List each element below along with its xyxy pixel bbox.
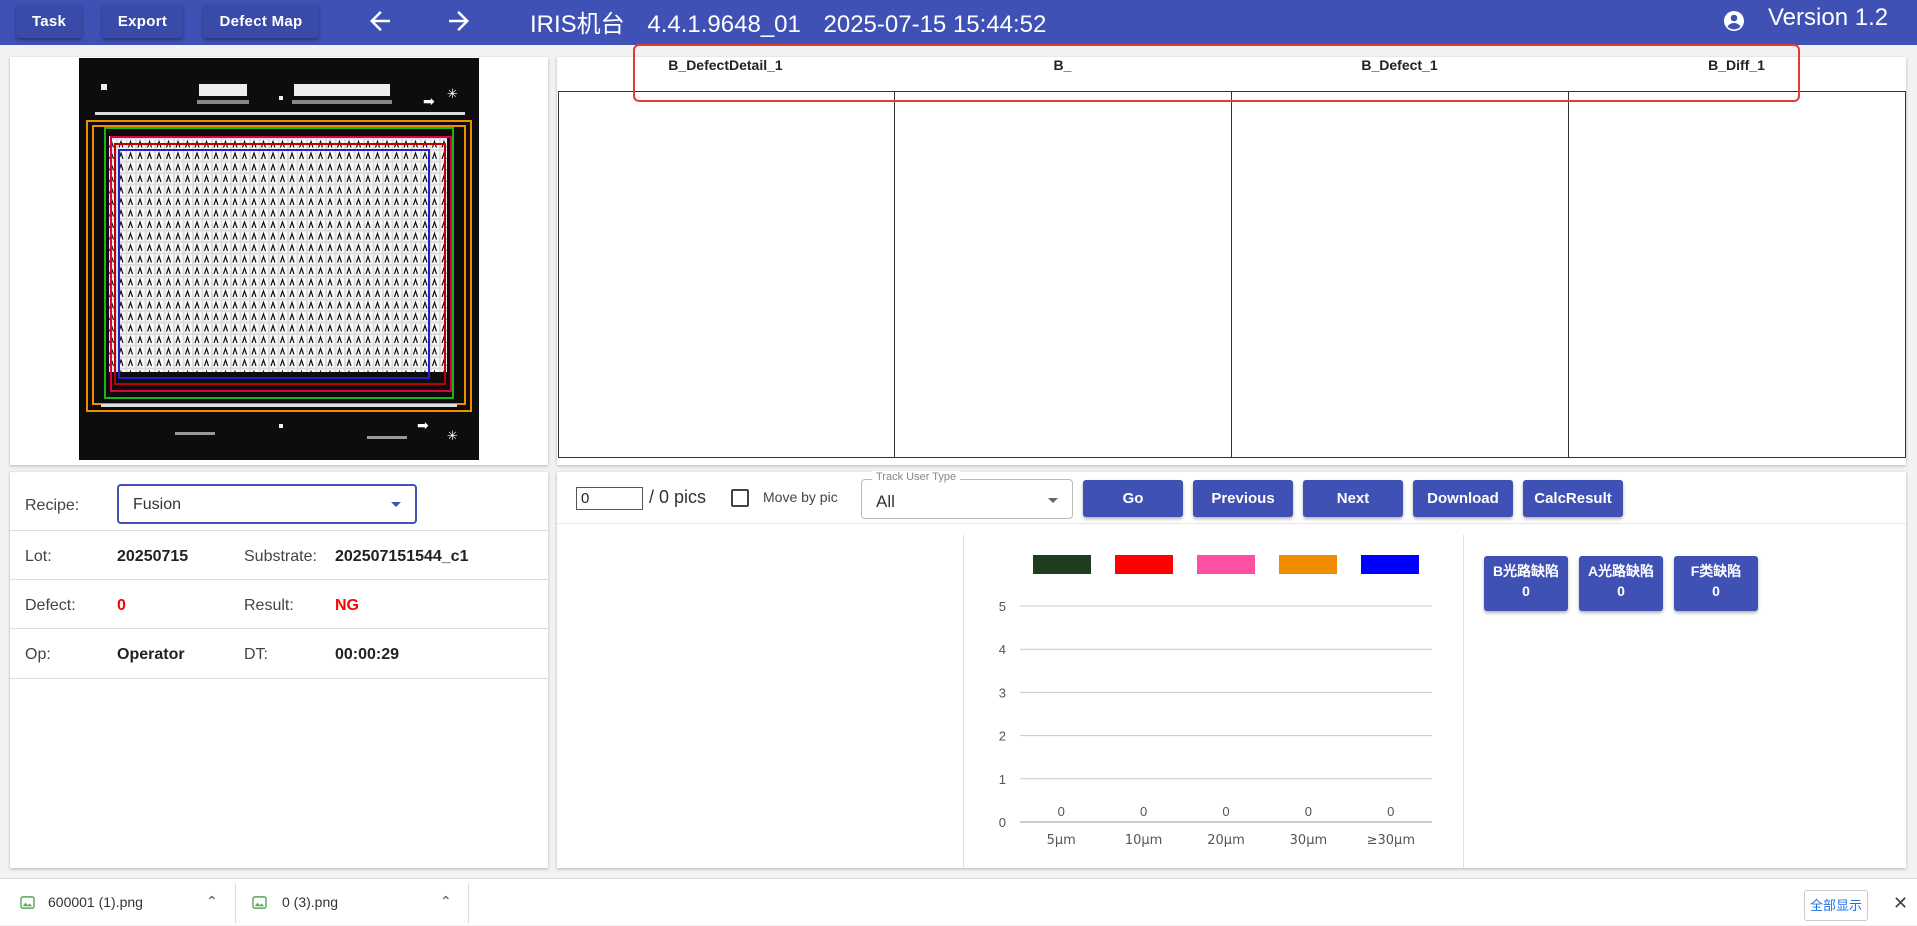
defect-images-panel: B_DefectDetail_1 B_ B_Defect_1 B_Diff_1 [557,57,1906,465]
y-tick-label: 5 [999,599,1006,614]
defect-category-count: 0 [1522,583,1530,599]
lot-row: Lot: 20250715 Substrate: 202507151544_c1 [10,530,548,580]
image-slot[interactable] [1231,91,1569,458]
image-file-icon [20,896,35,909]
defect-row: Defect: 0 Result: NG [10,579,548,629]
y-tick-label: 4 [999,642,1006,657]
lot-value: 20250715 [117,548,189,565]
y-tick-label: 1 [999,772,1006,787]
svg-text:➡: ➡ [423,94,435,110]
forward-arrow-icon[interactable] [444,6,474,36]
defect-map-button[interactable]: Defect Map [203,4,319,38]
close-icon[interactable]: ✕ [1893,893,1908,914]
dt-value: 00:00:29 [335,646,400,663]
recipe-label: Recipe: [25,497,80,514]
build-number: 4.4.1.9648_01 [647,11,801,38]
data-label: 0 [1305,804,1312,819]
substrate-label: Substrate: [244,548,317,565]
operator-row: Op: Operator DT: 00:00:29 [10,628,548,679]
next-button[interactable]: Next [1303,480,1403,517]
recipe-select[interactable]: Fusion [117,484,417,524]
back-arrow-icon[interactable] [365,6,395,36]
defect-category-count: 0 [1712,583,1720,599]
image-slot[interactable] [894,91,1232,458]
track-user-type-select[interactable]: Track User Type All [861,471,1073,519]
x-tick-label: 20μm [1207,833,1244,848]
b-path-defect-button[interactable]: B光路缺陷 0 [1484,556,1568,611]
divider [557,523,1906,524]
dropdown-caret-icon [391,502,401,507]
svg-text:➡: ➡ [417,418,429,434]
data-label: 0 [1222,804,1229,819]
download-item[interactable]: 600001 (1).png ⌃ [0,879,234,926]
top-app-bar: Task Export Defect Map IRIS机台 4.4.1.9648… [0,0,1917,45]
datetime: 2025-07-15 15:44:52 [823,11,1047,38]
calc-result-button[interactable]: CalcResult [1523,480,1623,517]
wafer-map-image[interactable]: ➡ ✳ ➡ ✳ [79,58,479,460]
image-slot[interactable] [1568,91,1906,458]
svg-text:✳: ✳ [447,87,458,102]
defect-size-chart: 0 1 2 3 4 5 0 5μm 0 10μm 0 20μm 0 30μm 0 ≥30μm [999,599,1432,848]
download-filename: 0 (3).png [282,894,339,910]
dropdown-caret-icon [1048,498,1058,503]
downloads-bar: 600001 (1).png ⌃ 0 (3).png ⌃ [0,878,1917,925]
download-item[interactable]: 0 (3).png ⌃ [234,879,468,926]
substrate-value: 202507151544_c1 [335,548,469,565]
dt-label: DT: [244,646,268,663]
divider [468,883,469,923]
machine-name: IRIS机台 [530,11,625,38]
chevron-up-icon[interactable]: ⌃ [206,893,218,910]
download-button[interactable]: Download [1413,480,1513,517]
chevron-up-icon[interactable]: ⌃ [440,893,452,910]
pic-index-input[interactable] [576,487,643,510]
data-label: 0 [1387,804,1394,819]
defect-category-label: A光路缺陷 [1587,563,1655,579]
result-value: NG [335,597,359,614]
result-label: Result: [244,597,294,614]
defect-category-label: F类缺陷 [1690,563,1742,579]
track-user-type-label: Track User Type [872,471,961,483]
show-all-button[interactable]: 全部显示 [1804,890,1868,921]
account-icon[interactable] [1722,9,1746,33]
defect-count: 0 [117,597,126,614]
data-label: 0 [1140,804,1147,819]
move-by-pic-checkbox[interactable] [731,489,749,507]
y-tick-label: 2 [999,729,1006,744]
image-file-icon [252,896,267,909]
y-tick-label: 0 [999,815,1006,830]
a-path-defect-button[interactable]: A光路缺陷 0 [1579,556,1663,611]
lot-label: Lot: [25,548,52,565]
op-value: Operator [117,646,185,663]
app-title: IRIS机台 4.4.1.9648_01 2025-07-15 15:44:52 [530,4,1062,40]
divider [1463,535,1464,868]
export-button[interactable]: Export [102,4,183,38]
defect-label: Defect: [25,597,76,614]
defect-category-label: B光路缺陷 [1492,563,1560,579]
recipe-value: Fusion [133,496,182,513]
data-label: 0 [1058,804,1065,819]
highlight-box [633,44,1800,102]
f-class-defect-button[interactable]: F类缺陷 0 [1674,556,1758,611]
previous-button[interactable]: Previous [1193,480,1293,517]
defect-category-count: 0 [1617,583,1625,599]
x-tick-label: 5μm [1047,833,1076,848]
track-user-type-value: All [876,492,895,511]
x-tick-label: 30μm [1290,833,1327,848]
download-filename: 600001 (1).png [48,894,143,910]
y-tick-label: 3 [999,685,1006,700]
version-label: Version 1.2 [1768,4,1889,31]
svg-text:✳: ✳ [447,429,458,444]
x-tick-label: ≥30μm [1367,833,1415,848]
move-by-pic-label: Move by pic [763,489,838,505]
op-label: Op: [25,646,51,663]
image-slot[interactable] [558,91,895,458]
go-button[interactable]: Go [1083,480,1183,517]
x-tick-label: 10μm [1125,833,1162,848]
pics-total: / 0 pics [649,487,707,507]
task-button[interactable]: Task [16,4,82,38]
